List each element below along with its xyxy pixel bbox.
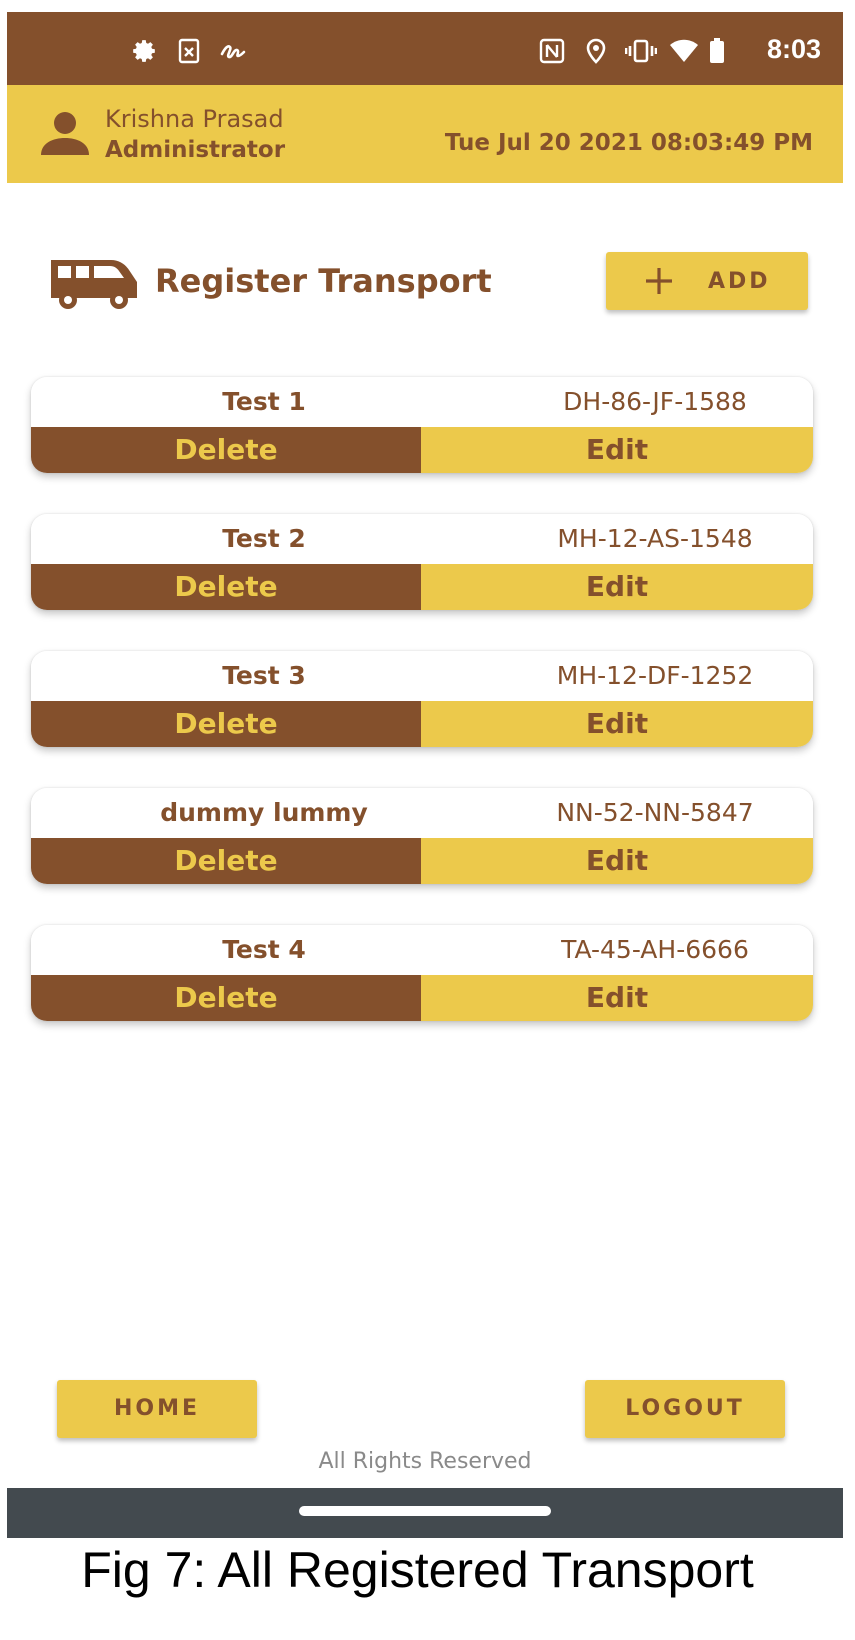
home-gesture-handle[interactable] [299, 1506, 551, 1516]
user-avatar-icon [39, 111, 91, 159]
transport-card-header: Test 3 MH-12-DF-1252 [31, 651, 813, 701]
sim-off-icon [177, 38, 201, 68]
delete-button-label: Delete [174, 707, 278, 740]
delete-button[interactable]: Delete [31, 427, 421, 473]
add-button-label: ADD [708, 269, 771, 294]
transport-card-header: Test 2 MH-12-AS-1548 [31, 514, 813, 564]
current-datetime: Tue Jul 20 2021 08:03:49 PM [444, 130, 813, 156]
edit-button[interactable]: Edit [421, 701, 813, 747]
signature-icon [219, 38, 247, 68]
status-time: 8:03 [766, 34, 821, 64]
gear-icon [131, 38, 157, 68]
transport-card: dummy lummy NN-52-NN-5847 Delete Edit [31, 788, 813, 884]
figure-caption: Fig 7: All Registered Transport [81, 1542, 754, 1598]
transport-plate: DH-86-JF-1588 [563, 387, 747, 416]
transport-card: Test 1 DH-86-JF-1588 Delete Edit [31, 377, 813, 473]
transport-name: Test 4 [222, 935, 306, 964]
location-icon [585, 38, 607, 68]
edit-button-label: Edit [585, 707, 649, 740]
edit-button[interactable]: Edit [421, 838, 813, 884]
delete-button-label: Delete [174, 570, 278, 603]
nfc-icon [539, 38, 565, 68]
transport-card: Test 2 MH-12-AS-1548 Delete Edit [31, 514, 813, 610]
system-nav-bar [7, 1488, 843, 1538]
transport-plate: MH-12-DF-1252 [556, 661, 754, 690]
delete-button[interactable]: Delete [31, 701, 421, 747]
battery-icon [709, 38, 725, 68]
page-title: Register Transport [155, 262, 492, 300]
vibrate-icon [624, 38, 658, 68]
transport-name: Test 3 [222, 661, 306, 690]
status-bar: 8:03 [7, 12, 843, 85]
transport-card: Test 4 TA-45-AH-6666 Delete Edit [31, 925, 813, 1021]
app-header: Krishna Prasad Administrator Tue Jul 20 … [7, 85, 843, 183]
user-name: Krishna Prasad [105, 105, 284, 133]
delete-button-label: Delete [174, 433, 278, 466]
transport-plate: TA-45-AH-6666 [561, 935, 749, 964]
edit-button-label: Edit [585, 844, 649, 877]
edit-button-label: Edit [585, 433, 649, 466]
transport-name: dummy lummy [160, 798, 368, 827]
user-role: Administrator [105, 137, 286, 163]
transport-plate: MH-12-AS-1548 [557, 524, 753, 553]
home-button[interactable]: HOME [57, 1380, 257, 1438]
delete-button[interactable]: Delete [31, 564, 421, 610]
copyright-text: All Rights Reserved [318, 1449, 532, 1474]
delete-button-label: Delete [174, 844, 278, 877]
edit-button-label: Edit [585, 981, 649, 1014]
bus-icon [47, 256, 141, 314]
edit-button[interactable]: Edit [421, 427, 813, 473]
transport-plate: NN-52-NN-5847 [556, 798, 754, 827]
transport-list: Test 1 DH-86-JF-1588 Delete Edit Test 2 … [31, 377, 813, 1062]
wifi-icon [669, 38, 699, 68]
add-transport-button[interactable]: ADD [606, 252, 808, 310]
edit-button-label: Edit [585, 570, 649, 603]
transport-name: Test 1 [222, 387, 306, 416]
transport-card-header: dummy lummy NN-52-NN-5847 [31, 788, 813, 838]
transport-name: Test 2 [222, 524, 306, 553]
delete-button[interactable]: Delete [31, 838, 421, 884]
transport-card: Test 3 MH-12-DF-1252 Delete Edit [31, 651, 813, 747]
transport-card-header: Test 4 TA-45-AH-6666 [31, 925, 813, 975]
logout-button[interactable]: LOGOUT [585, 1380, 785, 1438]
transport-card-header: Test 1 DH-86-JF-1588 [31, 377, 813, 427]
phone-screen: 8:03 Krishna Prasad Administrator Tue Ju… [7, 12, 843, 1538]
delete-button-label: Delete [174, 981, 278, 1014]
delete-button[interactable]: Delete [31, 975, 421, 1021]
plus-icon [644, 266, 674, 300]
edit-button[interactable]: Edit [421, 564, 813, 610]
edit-button[interactable]: Edit [421, 975, 813, 1021]
